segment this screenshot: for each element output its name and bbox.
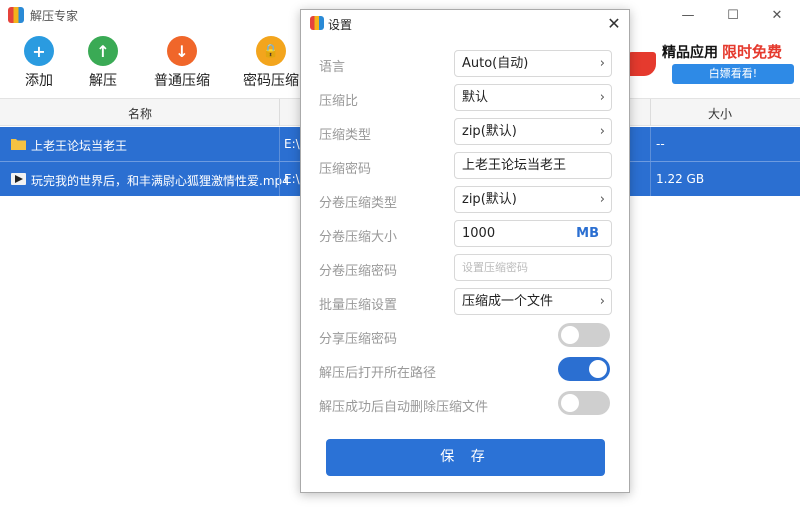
cell-divider: [650, 162, 651, 196]
chevron-right-icon: ›: [599, 294, 605, 309]
split-type-select[interactable]: zip(默认) ›: [454, 186, 612, 213]
ratio-label: 压缩比: [319, 94, 359, 109]
language-select[interactable]: Auto(自动) ›: [454, 50, 612, 77]
split-size-unit: MB: [576, 226, 599, 241]
split-password-input[interactable]: 设置压缩密码: [454, 254, 612, 281]
file-path: E:\: [284, 172, 300, 186]
extract-icon: ↑: [88, 36, 118, 66]
column-size[interactable]: 大小: [708, 105, 732, 122]
normal-compress-button[interactable]: ↓ 普通压缩: [147, 36, 217, 90]
chevron-right-icon: ›: [599, 124, 605, 139]
open-after-label: 解压后打开所在路径: [319, 366, 437, 381]
chevron-right-icon: ›: [599, 192, 605, 207]
password-value: 上老王论坛当老王: [462, 158, 567, 173]
language-label: 语言: [319, 60, 346, 75]
column-name[interactable]: 名称: [128, 105, 152, 122]
password-compress-button[interactable]: 🔒 密码压缩: [236, 36, 306, 90]
column-divider: [279, 99, 280, 126]
split-type-label: 分卷压缩类型: [319, 196, 398, 211]
file-path: E:\: [284, 137, 300, 151]
extract-label: 解压: [89, 73, 117, 89]
split-password-placeholder: 设置压缩密码: [462, 261, 528, 274]
split-type-value: zip(默认): [462, 192, 517, 207]
toggle-knob: [589, 360, 607, 378]
ad-title-highlight: 限时免费: [722, 43, 783, 61]
lock-icon: 🔒: [256, 36, 286, 66]
delete-after-toggle[interactable]: [558, 391, 610, 415]
video-file-icon: [11, 173, 26, 185]
dialog-logo-icon: [310, 16, 324, 30]
minimize-button[interactable]: —: [665, 0, 711, 30]
add-label: 添加: [25, 73, 53, 89]
file-size: --: [656, 137, 665, 151]
language-value: Auto(自动): [462, 56, 529, 71]
split-size-label: 分卷压缩大小: [319, 230, 398, 245]
batch-label: 批量压缩设置: [319, 298, 398, 313]
close-window-button[interactable]: ✕: [754, 0, 800, 30]
batch-select[interactable]: 压缩成一个文件 ›: [454, 288, 612, 315]
cell-divider: [279, 162, 280, 196]
add-button[interactable]: + 添加: [4, 36, 74, 90]
toggle-knob: [561, 394, 579, 412]
split-size-input[interactable]: 1000 MB: [454, 220, 612, 247]
app-title: 解压专家: [30, 9, 79, 23]
folder-icon: [11, 139, 26, 150]
ratio-value: 默认: [462, 90, 489, 105]
dialog-title: 设置: [328, 18, 353, 32]
save-button[interactable]: 保 存: [326, 439, 605, 476]
password-input[interactable]: 上老王论坛当老王: [454, 152, 612, 179]
split-size-value: 1000: [462, 226, 496, 241]
add-icon: +: [24, 36, 54, 66]
ad-banner[interactable]: 精品应用 限时免费 白嫖看看!: [620, 38, 794, 88]
split-password-label: 分卷压缩密码: [319, 264, 398, 279]
chevron-right-icon: ›: [599, 90, 605, 105]
share-password-label: 分享压缩密码: [319, 332, 398, 347]
type-select[interactable]: zip(默认) ›: [454, 118, 612, 145]
delete-after-label: 解压成功后自动删除压缩文件: [319, 400, 489, 415]
maximize-button[interactable]: ☐: [710, 0, 756, 30]
cell-divider: [650, 127, 651, 161]
batch-value: 压缩成一个文件: [462, 294, 554, 309]
share-password-toggle[interactable]: [558, 323, 610, 347]
ad-title: 精品应用: [662, 45, 718, 61]
settings-dialog: 设置 ✕ 语言 Auto(自动) › 压缩比 默认 › 压缩类型 zip(默认)…: [300, 9, 630, 493]
file-name: 玩完我的世界后，和丰满尉心狐狸激情性爱.mp4: [31, 174, 290, 188]
column-divider: [650, 99, 651, 126]
app-logo-icon: [8, 7, 24, 23]
extract-button[interactable]: ↑ 解压: [68, 36, 138, 90]
type-value: zip(默认): [462, 124, 517, 139]
ratio-select[interactable]: 默认 ›: [454, 84, 612, 111]
toggle-knob: [561, 326, 579, 344]
chevron-right-icon: ›: [599, 56, 605, 71]
type-label: 压缩类型: [319, 128, 372, 143]
ad-button[interactable]: 白嫖看看!: [672, 64, 794, 84]
close-icon[interactable]: ✕: [603, 12, 625, 34]
password-compress-label: 密码压缩: [243, 73, 299, 89]
normal-compress-label: 普通压缩: [154, 73, 210, 89]
file-name: 上老王论坛当老王: [31, 139, 128, 153]
open-after-toggle[interactable]: [558, 357, 610, 381]
normal-compress-icon: ↓: [167, 36, 197, 66]
file-size: 1.22 GB: [656, 172, 705, 186]
cell-divider: [279, 127, 280, 161]
password-label: 压缩密码: [319, 162, 372, 177]
